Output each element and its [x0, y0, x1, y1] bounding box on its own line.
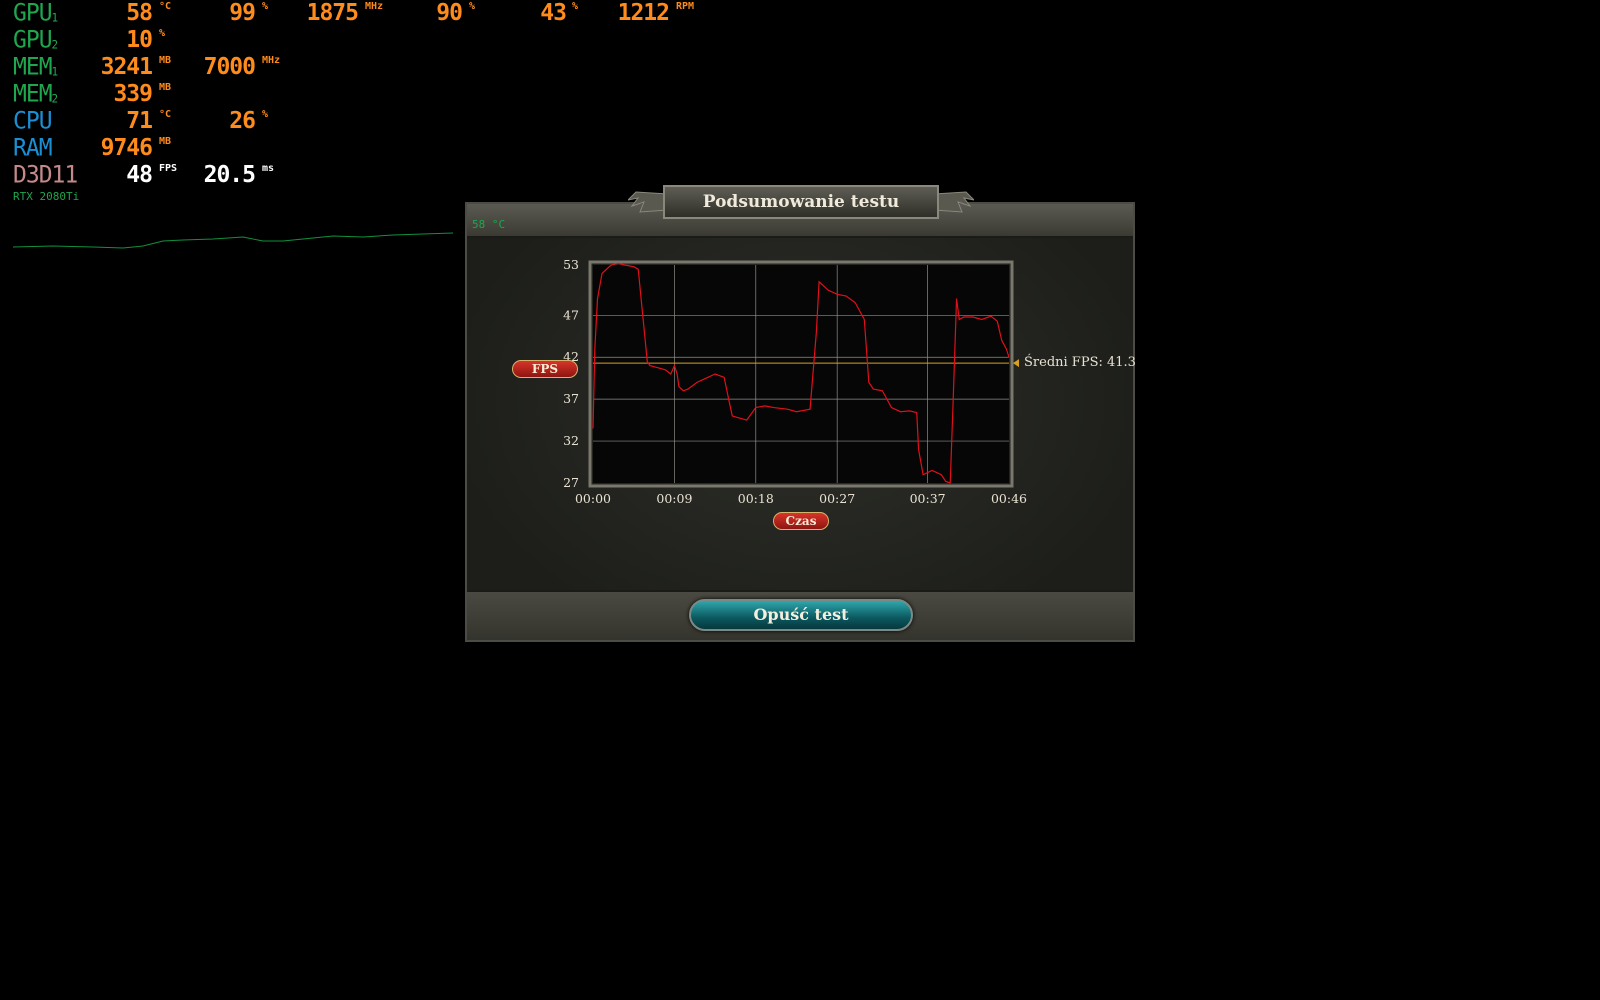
x-tick-label: 00:00 — [575, 491, 611, 506]
x-axis-label: Czas — [773, 512, 829, 530]
y-tick-label: 32 — [563, 433, 579, 448]
x-tick-label: 00:46 — [991, 491, 1027, 506]
x-tick-label: 00:37 — [910, 491, 946, 506]
fps-chart: 53474237322700:00 00:09 00:18 00:27 00:37 00:… — [563, 257, 1027, 506]
average-marker-icon — [1013, 359, 1019, 368]
x-tick-label: 00:27 — [819, 491, 855, 506]
exit-test-button[interactable]: Opuść test — [689, 599, 913, 631]
x-tick-label: 00:09 — [656, 491, 692, 506]
average-fps-label: Średni FPS: 41.3 — [1024, 355, 1136, 370]
y-tick-label: 53 — [563, 257, 579, 272]
y-tick-label: 37 — [563, 391, 579, 406]
y-tick-label: 47 — [563, 307, 579, 322]
y-tick-label: 27 — [563, 475, 579, 490]
y-axis-label: FPS — [512, 360, 578, 378]
plot-area — [593, 265, 1009, 483]
x-tick-label: 00:18 — [738, 491, 774, 506]
